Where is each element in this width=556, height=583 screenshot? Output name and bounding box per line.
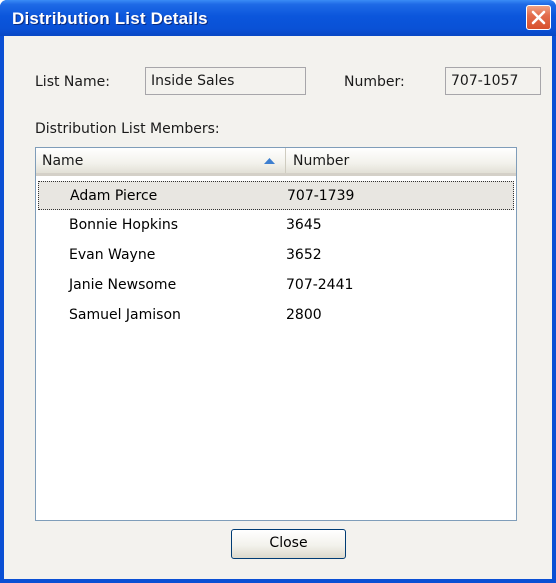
member-number: 3652 [286,247,322,263]
members-label: Distribution List Members: [35,121,220,137]
list-header: Name Number [36,148,516,176]
close-button[interactable]: Close [231,529,346,559]
table-row[interactable]: Bonnie Hopkins 3645 [38,211,514,240]
table-row[interactable]: Evan Wayne 3652 [38,241,514,270]
number-label: Number: [344,74,405,90]
window-close-button[interactable] [526,5,551,30]
column-header-number[interactable]: Number [287,148,516,173]
table-row[interactable]: Adam Pierce 707-1739 [38,181,514,210]
table-row[interactable]: Samuel Jamison 2800 [38,301,514,330]
dialog-body: List Name: Inside Sales Number: 707-1057… [4,36,552,579]
column-header-name-label: Name [42,153,84,169]
window-title: Distribution List Details [12,9,208,28]
dialog-content: List Name: Inside Sales Number: 707-1057… [4,36,552,579]
members-list[interactable]: Name Number Adam Pierce 707-1739 Bonnie … [35,147,517,521]
member-name: Bonnie Hopkins [69,217,179,233]
member-name: Evan Wayne [69,247,156,263]
close-icon [531,10,546,25]
member-number: 3645 [286,217,322,233]
list-name-label: List Name: [35,74,110,90]
member-name: Adam Pierce [70,188,158,204]
member-number: 707-1739 [287,188,355,204]
table-row[interactable]: Janie Newsome 707-2441 [38,271,514,300]
member-number: 2800 [286,307,322,323]
list-name-field: Inside Sales [145,67,306,95]
dialog-window: Distribution List Details List Name: Ins… [0,0,556,583]
member-name: Janie Newsome [69,277,177,293]
column-header-number-label: Number [293,153,350,169]
member-number: 707-2441 [286,277,354,293]
sort-ascending-icon [264,158,275,164]
member-name: Samuel Jamison [69,307,181,323]
column-header-name[interactable]: Name [36,148,286,173]
title-bar[interactable]: Distribution List Details [0,0,556,36]
number-field: 707-1057 [445,67,541,95]
